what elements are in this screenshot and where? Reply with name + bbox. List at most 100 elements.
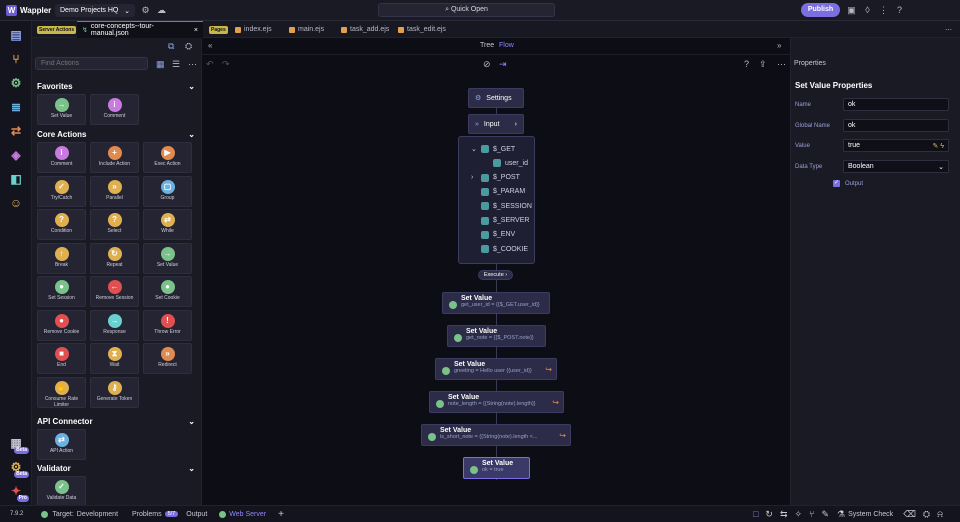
edit-icon[interactable]: ✎ (821, 509, 829, 520)
input-tree-item[interactable]: $_COOKIE (471, 245, 528, 254)
action-tile-redirect[interactable]: » Redirect (143, 343, 192, 374)
validator-header[interactable]: Validator ⌄ (37, 464, 195, 473)
tab-index[interactable]: index.ejs (230, 21, 277, 38)
action-tile-set-value[interactable]: → Set Value (143, 242, 192, 274)
input-tree-item[interactable]: $_ENV (471, 230, 515, 239)
sync-icon[interactable]: ⇆ (780, 509, 788, 520)
group-icon[interactable]: ⧉ (168, 41, 174, 52)
action-tile-set-cookie[interactable]: ● Set Cookie (143, 276, 192, 307)
publish-button[interactable]: Publish (801, 3, 840, 17)
more-icon[interactable]: ⋯ (188, 59, 197, 70)
input-tree-item[interactable]: › $_POST (471, 173, 520, 182)
list-view-icon[interactable]: ☰ (172, 59, 180, 70)
layers-icon[interactable]: ◧ (6, 169, 26, 189)
database-icon[interactable]: ≣ (6, 97, 26, 117)
extensions-icon[interactable]: ▦ Beta (6, 433, 29, 454)
api-connector-header[interactable]: API Connector ⌄ (37, 417, 195, 426)
tools-icon[interactable]: ✦ Pro (6, 481, 29, 502)
output-tab[interactable]: Output (186, 511, 207, 518)
action-tile-generate-token[interactable]: ⚷ Generate Token (90, 376, 139, 408)
input-tree-item[interactable]: $_PARAM (471, 187, 525, 196)
git-icon[interactable]: ⑂ (6, 49, 26, 69)
action-tile-response[interactable]: → Response (90, 309, 139, 341)
help-icon[interactable]: ? (744, 59, 749, 69)
input-tree-item[interactable]: $_SERVER (471, 216, 529, 225)
grid-view-icon[interactable]: ▦ (156, 59, 165, 70)
collapse-right-icon[interactable]: » (777, 41, 781, 50)
web-server-tab[interactable]: Web Server (229, 511, 266, 518)
set-value-step[interactable]: Set Value greeting = Hello user {{user_id… (435, 358, 557, 380)
action-tile-exec-action[interactable]: ▶ Exec Action (143, 142, 192, 173)
action-tile-remove-session[interactable]: ← Remove Session (90, 276, 139, 307)
project-select[interactable]: Demo Projects HQ ⌄ (55, 4, 135, 17)
action-tile-wait[interactable]: ⧗ Wait (90, 343, 139, 374)
execute-node[interactable]: Execute › (478, 270, 513, 280)
input-tree-item[interactable]: user_id (483, 159, 528, 168)
value-input[interactable]: true ✎ ϟ (843, 139, 949, 152)
tree-view-tab[interactable]: Tree (480, 42, 494, 49)
input-tree-item[interactable]: $_SESSION (471, 202, 532, 211)
action-tile-group[interactable]: ▢ Group (143, 175, 192, 207)
disable-icon[interactable]: ⊘ (483, 59, 491, 70)
action-tile-end[interactable]: ■ End (37, 343, 86, 374)
input-node[interactable]: » Input › (468, 114, 524, 134)
settings-icon[interactable]: ⚙ Beta (6, 457, 29, 478)
action-tile-throw-error[interactable]: ! Throw Error (143, 309, 192, 341)
problems-tab[interactable]: Problems (132, 511, 162, 518)
action-tile-try-catch[interactable]: ✓ Try/Catch (37, 175, 86, 207)
redo-icon[interactable]: ↷ (222, 59, 230, 70)
tab-core-concepts[interactable]: ↯ core-concepts--tour-manual.json × (77, 21, 203, 38)
find-actions-input[interactable] (35, 57, 148, 70)
action-tile-set-value[interactable]: → Set Value (37, 94, 86, 125)
more-vertical-icon[interactable]: ⋮ (877, 4, 890, 17)
bot-icon[interactable]: ⛭ (923, 509, 930, 520)
close-icon[interactable]: × (194, 27, 198, 34)
cloud-icon[interactable]: ☁ (155, 4, 168, 17)
layout-icon[interactable]: ▣ (845, 4, 858, 17)
bot-icon[interactable]: ⛭ (185, 41, 192, 52)
flow-view-tab[interactable]: Flow (499, 42, 514, 49)
collapse-left-icon[interactable]: « (208, 41, 212, 50)
help-icon[interactable]: ? (893, 4, 906, 17)
share-icon[interactable]: ⇪ (759, 59, 767, 70)
pencil-icon[interactable]: ✎ (932, 143, 938, 150)
data-type-select[interactable]: Boolean ⌄ (843, 160, 949, 173)
robot-icon[interactable]: ☺ (6, 193, 26, 213)
action-tile-parallel[interactable]: » Parallel (90, 175, 139, 207)
global-name-input[interactable]: ok (843, 119, 949, 132)
target-select[interactable]: Development (77, 511, 118, 518)
name-input[interactable]: ok (843, 98, 949, 111)
tools-icon[interactable]: ✧ (794, 509, 802, 520)
action-tile-while[interactable]: ⇄ While (143, 209, 192, 240)
tab-main[interactable]: main.ejs (284, 21, 329, 38)
action-tile-comment[interactable]: i Comment (37, 142, 86, 173)
settings-gear-icon[interactable]: ⚙ (139, 4, 152, 17)
drop-icon[interactable]: ◊ (861, 4, 874, 17)
eraser-icon[interactable]: ⌫ (903, 509, 916, 520)
output-checkbox[interactable]: ✓ (833, 180, 840, 187)
action-tile-include-action[interactable]: + Include Action (90, 142, 139, 173)
add-icon[interactable]: + (278, 509, 284, 520)
settings-node[interactable]: ⚙ Settings (468, 88, 524, 108)
tab-task-edit[interactable]: task_edit.ejs (393, 21, 451, 38)
set-value-step[interactable]: Set Value is_short_note = {{String(note).… (421, 424, 571, 446)
action-tile-validate-data[interactable]: ✓ Validate Data (37, 476, 86, 505)
export-icon[interactable]: ⇥ (499, 59, 507, 70)
routing-icon[interactable]: ⇄ (6, 121, 26, 141)
tab-task-add[interactable]: task_add.ejs (336, 21, 394, 38)
core-actions-header[interactable]: Core Actions ⌄ (37, 130, 195, 139)
action-tile-api-action[interactable]: ⇄ API Action (37, 429, 86, 460)
bell-icon[interactable]: ⍾ (937, 509, 943, 520)
favorites-header[interactable]: Favorites ⌄ (37, 82, 195, 91)
git-icon[interactable]: ⑂ (809, 509, 814, 519)
assets-icon[interactable]: ◈ (6, 145, 26, 165)
action-tile-condition[interactable]: ? Condition (37, 209, 86, 240)
system-check[interactable]: System Check (848, 511, 893, 518)
refresh-icon[interactable]: ↻ (765, 509, 773, 520)
undo-icon[interactable]: ↶ (206, 59, 214, 70)
set-value-step[interactable]: Set Value ok = true (463, 457, 530, 479)
workflows-icon[interactable]: ⚙ (6, 73, 26, 93)
set-value-step[interactable]: Set Value get_note = {{$_POST.note}} (447, 325, 546, 347)
action-tile-break[interactable]: ↑ Break (37, 242, 86, 274)
action-tile-remove-cookie[interactable]: ● Remove Cookie (37, 309, 86, 341)
